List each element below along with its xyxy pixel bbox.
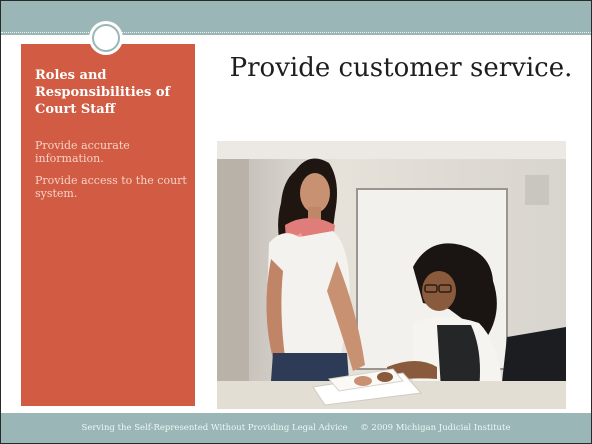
sidebar-item: Provide access to the court system. [35, 174, 187, 200]
slide-title: Provide customer service. [229, 53, 573, 83]
sidebar-title: Roles and Responsibilities of Court Staf… [35, 68, 171, 117]
photo [217, 141, 566, 409]
ring-ornament-inner [92, 24, 120, 52]
slide-footer: Serving the Self-Represented Without Pro… [1, 413, 591, 443]
footer-text: Serving the Self-Represented Without Pro… [81, 423, 348, 433]
top-band [1, 1, 591, 35]
footer-copyright: © 2009 Michigan Judicial Institute [360, 423, 511, 433]
sidebar-panel: Roles and Responsibilities of Court Staf… [21, 44, 195, 406]
sidebar-item: Provide accurate information. [35, 139, 130, 165]
slide: Roles and Responsibilities of Court Staf… [0, 0, 592, 444]
sidebar-bullets: Provide accurate information. Provide ac… [35, 139, 187, 209]
